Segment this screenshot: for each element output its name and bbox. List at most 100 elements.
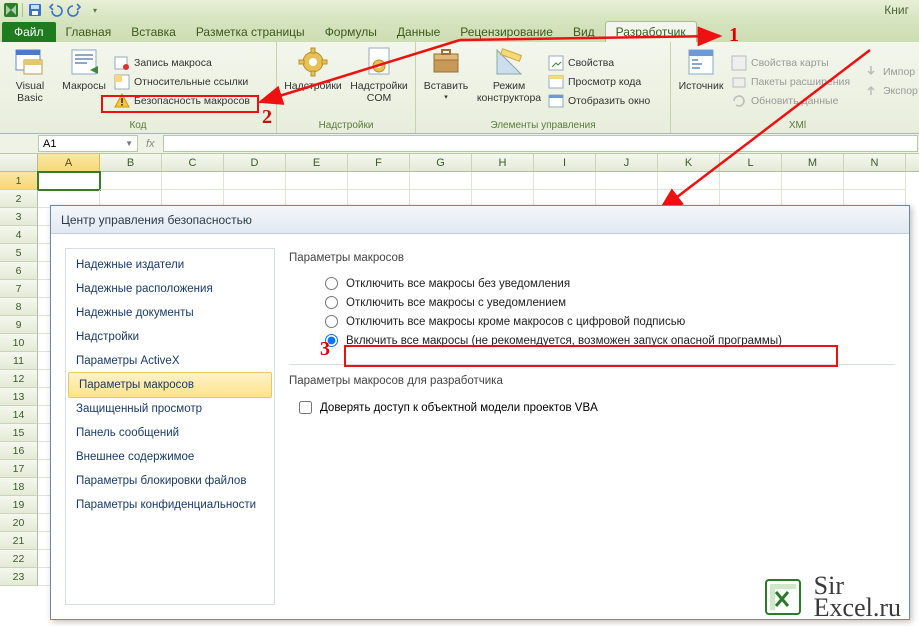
row-header[interactable]: 4 <box>0 226 38 244</box>
trust-sidebar-item[interactable]: Надежные расположения <box>66 277 274 301</box>
macro-radio[interactable] <box>325 277 338 290</box>
name-box[interactable]: A1▼ <box>38 135 138 152</box>
xml-source-button[interactable]: Источник <box>675 44 727 119</box>
qat-customize-icon[interactable]: ▾ <box>87 2 103 18</box>
col-header[interactable]: N <box>844 154 906 171</box>
select-all-corner[interactable] <box>0 154 38 171</box>
trust-sidebar-item[interactable]: Защищенный просмотр <box>66 397 274 421</box>
trust-sidebar-item[interactable]: Параметры ActiveX <box>66 349 274 373</box>
cell[interactable] <box>596 172 658 190</box>
cell[interactable] <box>472 172 534 190</box>
tab-data[interactable]: Данные <box>387 22 450 42</box>
trust-sidebar-item[interactable]: Надежные издатели <box>66 253 274 277</box>
col-header[interactable]: M <box>782 154 844 171</box>
save-icon[interactable] <box>27 2 43 18</box>
row-header[interactable]: 23 <box>0 568 38 586</box>
macro-radio[interactable] <box>325 296 338 309</box>
macro-option[interactable]: Отключить все макросы кроме макросов с ц… <box>289 312 895 331</box>
cell[interactable] <box>286 172 348 190</box>
row-header[interactable]: 5 <box>0 244 38 262</box>
addins-button[interactable]: Надстройки <box>281 44 345 119</box>
cell[interactable] <box>410 172 472 190</box>
properties-button[interactable]: Свойства <box>546 54 666 72</box>
row-header[interactable]: 19 <box>0 496 38 514</box>
row-header[interactable]: 12 <box>0 370 38 388</box>
cell[interactable] <box>720 172 782 190</box>
row-header[interactable]: 21 <box>0 532 38 550</box>
macro-radio[interactable] <box>325 315 338 328</box>
col-header[interactable]: F <box>348 154 410 171</box>
chevron-down-icon[interactable]: ▼ <box>125 139 133 148</box>
row-header[interactable]: 7 <box>0 280 38 298</box>
row-header[interactable]: 9 <box>0 316 38 334</box>
row-header[interactable]: 10 <box>0 334 38 352</box>
visual-basic-button[interactable]: Visual Basic <box>4 44 56 119</box>
col-header[interactable]: K <box>658 154 720 171</box>
tab-review[interactable]: Рецензирование <box>450 22 563 42</box>
trust-sidebar-item[interactable]: Надежные документы <box>66 301 274 325</box>
row-header[interactable]: 14 <box>0 406 38 424</box>
row-header[interactable]: 15 <box>0 424 38 442</box>
trust-sidebar-item[interactable]: Панель сообщений <box>66 421 274 445</box>
undo-icon[interactable] <box>47 2 63 18</box>
macro-option[interactable]: Отключить все макросы с уведомлением <box>289 293 895 312</box>
col-header[interactable]: J <box>596 154 658 171</box>
cell[interactable] <box>224 172 286 190</box>
insert-control-button[interactable]: Вставить▾ <box>420 44 472 119</box>
row-header[interactable]: 2 <box>0 190 38 208</box>
macro-option[interactable]: Отключить все макросы без уведомления <box>289 274 895 293</box>
cell[interactable] <box>38 172 100 190</box>
cell[interactable] <box>658 172 720 190</box>
col-header[interactable]: D <box>224 154 286 171</box>
tab-developer[interactable]: Разработчик <box>605 21 697 42</box>
row-header[interactable]: 3 <box>0 208 38 226</box>
redo-icon[interactable] <box>67 2 83 18</box>
fx-icon[interactable]: fx <box>146 138 155 150</box>
trust-vba-checkbox[interactable] <box>299 401 312 414</box>
macro-security-button[interactable]: Безопасность макросов <box>112 92 272 110</box>
tab-formulas[interactable]: Формулы <box>315 22 387 42</box>
trust-sidebar-item[interactable]: Параметры блокировки файлов <box>66 469 274 493</box>
row-header[interactable]: 18 <box>0 478 38 496</box>
col-header[interactable]: A <box>38 154 100 171</box>
col-header[interactable]: E <box>286 154 348 171</box>
tab-insert[interactable]: Вставка <box>121 22 186 42</box>
col-header[interactable]: B <box>100 154 162 171</box>
tab-pagelayout[interactable]: Разметка страницы <box>186 22 315 42</box>
record-macro-button[interactable]: Запись макроса <box>112 54 272 72</box>
row-header[interactable]: 17 <box>0 460 38 478</box>
row-header[interactable]: 6 <box>0 262 38 280</box>
col-header[interactable]: C <box>162 154 224 171</box>
relative-refs-button[interactable]: Относительные ссылки <box>112 73 272 91</box>
com-addins-button[interactable]: Надстройки COM <box>347 44 411 119</box>
col-header[interactable]: I <box>534 154 596 171</box>
file-tab[interactable]: Файл <box>2 22 56 42</box>
show-window-button[interactable]: Отобразить окно <box>546 92 666 110</box>
tab-view[interactable]: Вид <box>563 22 605 42</box>
design-mode-button[interactable]: Режим конструктора <box>474 44 544 119</box>
cell[interactable] <box>844 172 906 190</box>
row-header[interactable]: 22 <box>0 550 38 568</box>
col-header[interactable]: G <box>410 154 472 171</box>
row-header[interactable]: 13 <box>0 388 38 406</box>
trust-sidebar-item[interactable]: Внешнее содержимое <box>66 445 274 469</box>
trust-sidebar-item[interactable]: Параметры конфиденциальности <box>66 493 274 517</box>
trust-vba-checkbox-row[interactable]: Доверять доступ к объектной модели проек… <box>289 397 895 418</box>
row-header[interactable]: 20 <box>0 514 38 532</box>
col-header[interactable]: L <box>720 154 782 171</box>
trust-sidebar-item[interactable]: Параметры макросов <box>68 372 272 398</box>
trust-sidebar-item[interactable]: Надстройки <box>66 325 274 349</box>
row-header[interactable]: 16 <box>0 442 38 460</box>
view-code-button[interactable]: Просмотр кода <box>546 73 666 91</box>
cell[interactable] <box>100 172 162 190</box>
row-header[interactable]: 11 <box>0 352 38 370</box>
cell[interactable] <box>162 172 224 190</box>
cell[interactable] <box>782 172 844 190</box>
cell[interactable] <box>534 172 596 190</box>
row-header[interactable]: 8 <box>0 298 38 316</box>
formula-input[interactable] <box>163 135 918 152</box>
col-header[interactable]: H <box>472 154 534 171</box>
tab-home[interactable]: Главная <box>56 22 122 42</box>
macro-option[interactable]: Включить все макросы (не рекомендуется, … <box>289 331 895 350</box>
cell[interactable] <box>348 172 410 190</box>
